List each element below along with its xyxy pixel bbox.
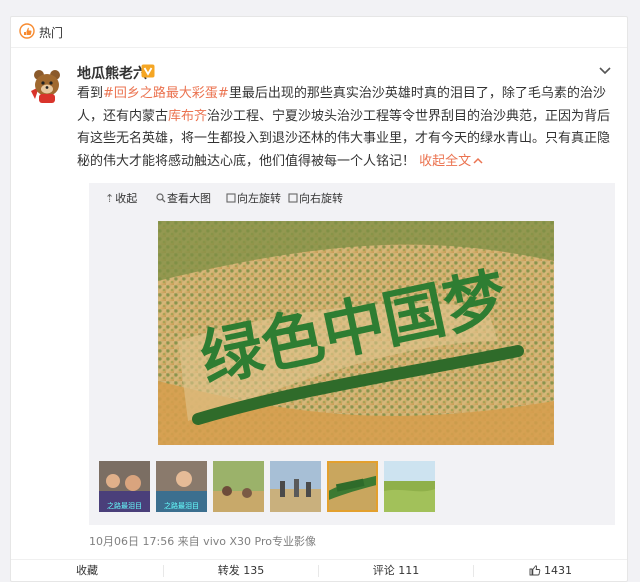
thumbnail-strip: 之路最泪目 之路最泪目	[99, 461, 619, 513]
rotate-left-icon	[226, 193, 236, 203]
media-toolbar: ⇡收起 查看大图 向左旋转 向右旋转	[89, 183, 615, 209]
chevron-down-icon[interactable]	[597, 65, 613, 77]
hashtag-link[interactable]: #回乡之路最大彩蛋#	[103, 86, 229, 101]
thumbnail-caption: 之路最泪目	[164, 501, 199, 510]
hot-header: 热门	[11, 17, 627, 48]
collapse-image-label: 收起	[115, 192, 138, 205]
post-text: 看到#回乡之路最大彩蛋#里最后出现的那些真实治沙英雄时真的泪目了，除了毛乌素的治…	[77, 83, 617, 173]
thumbnail-4[interactable]	[270, 461, 321, 512]
weibo-post-card: 热门 地瓜熊老六 看到#回乡之路最大彩蛋#里最后出现的那些真实治沙英雄时真的泪目…	[10, 16, 628, 582]
chevron-up-icon	[473, 157, 483, 164]
thumbnail-1[interactable]: 之路最泪目	[99, 461, 150, 512]
thumbnail-3[interactable]	[213, 461, 264, 512]
repost-button[interactable]: 转发 135	[164, 560, 318, 582]
rotate-left-button[interactable]: 向左旋转	[226, 190, 281, 206]
collapse-up-icon: ⇡	[105, 192, 115, 205]
collapse-text-label: 收起全文	[419, 153, 472, 169]
thumbnail-5-selected[interactable]	[327, 461, 378, 512]
author-name[interactable]: 地瓜熊老六	[77, 63, 147, 83]
rotate-left-label: 向左旋转	[237, 192, 281, 205]
verified-badge-icon	[141, 64, 155, 78]
hot-label: 热门	[39, 26, 64, 40]
thumbnail-caption: 之路最泪目	[107, 501, 142, 510]
view-large-label: 查看大图	[167, 192, 211, 205]
like-count: 1431	[544, 564, 572, 577]
collapse-text-link[interactable]: 收起全文	[419, 154, 483, 169]
media-box: ⇡收起 查看大图 向左旋转 向右旋转 绿色中国梦 之路最泪目 之路最泪目	[89, 183, 615, 525]
magnifier-icon	[156, 193, 166, 203]
comment-button[interactable]: 评论 111	[319, 560, 473, 582]
like-badge-icon	[19, 23, 35, 39]
post-meta: 10月06日 17:56 来自 vivo X30 Pro专业影像	[89, 535, 316, 548]
view-large-button[interactable]: 查看大图	[156, 190, 211, 206]
avatar[interactable]	[25, 61, 69, 105]
place-link[interactable]: 库布齐	[168, 109, 207, 124]
main-photo[interactable]: 绿色中国梦	[158, 221, 554, 445]
collapse-image-button[interactable]: ⇡收起	[105, 190, 137, 206]
favorite-button[interactable]: 收藏	[11, 560, 163, 582]
rotate-right-button[interactable]: 向右旋转	[288, 190, 343, 206]
thumbnail-2[interactable]: 之路最泪目	[156, 461, 207, 512]
action-bar: 收藏 转发 135 评论 111 1431	[11, 559, 627, 582]
like-button[interactable]: 1431	[474, 560, 627, 582]
post-text-part: 看到	[77, 86, 104, 101]
rotate-right-icon	[288, 193, 298, 203]
thumbs-up-icon	[529, 565, 541, 576]
thumbnail-6[interactable]	[384, 461, 435, 512]
rotate-right-label: 向右旋转	[299, 192, 343, 205]
